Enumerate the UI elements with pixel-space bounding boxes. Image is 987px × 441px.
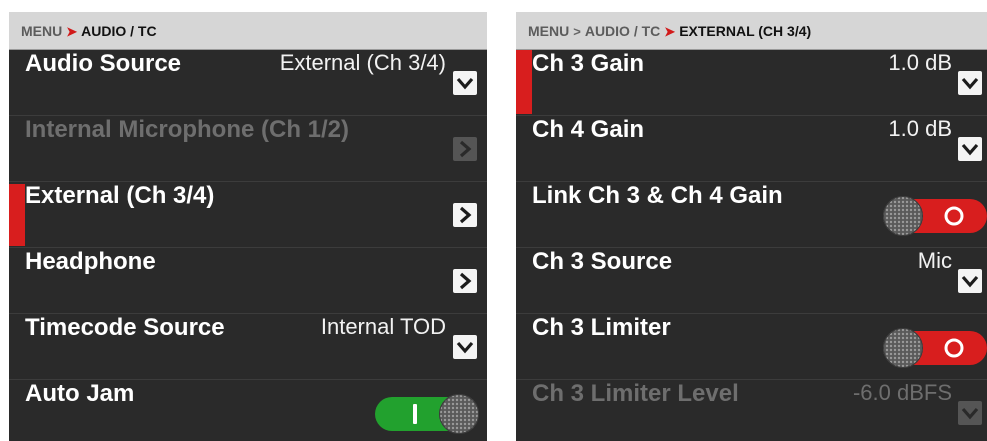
row-label: External (Ch 3/4) bbox=[25, 182, 215, 209]
link-gain-toggle[interactable] bbox=[881, 196, 987, 236]
menu-row-ch4-gain[interactable]: Ch 4 Gain 1.0 dB bbox=[516, 116, 987, 182]
row-label: Internal Microphone (Ch 1/2) bbox=[25, 116, 350, 143]
chevron-right-icon[interactable] bbox=[453, 203, 477, 227]
chevron-right-icon bbox=[453, 137, 477, 161]
chevron-down-icon[interactable] bbox=[958, 269, 982, 293]
ch4-gain-value: 1.0 dB bbox=[888, 116, 952, 141]
menu-row-ch3-limiter[interactable]: Ch 3 Limiter bbox=[516, 314, 987, 380]
menu-row-headphone[interactable]: Headphone bbox=[9, 248, 487, 314]
chevron-right-icon[interactable] bbox=[453, 269, 477, 293]
row-label: Ch 3 Gain bbox=[532, 50, 645, 77]
row-label: Headphone bbox=[25, 248, 156, 275]
chevron-down-icon[interactable] bbox=[453, 71, 477, 95]
ch3-source-value: Mic bbox=[917, 248, 952, 273]
menu-row-link-ch3-ch4-gain[interactable]: Link Ch 3 & Ch 4 Gain bbox=[516, 182, 987, 248]
chevron-down-icon[interactable] bbox=[958, 137, 982, 161]
menu-row-external-ch34[interactable]: External (Ch 3/4) bbox=[9, 182, 487, 248]
ch3-gain-value: 1.0 dB bbox=[888, 50, 952, 75]
chevron-right-icon: > bbox=[573, 24, 581, 39]
chevron-down-icon[interactable] bbox=[453, 335, 477, 359]
menu-row-audio-source[interactable]: Audio Source External (Ch 3/4) bbox=[9, 50, 487, 116]
ch3-limiter-level-value: -6.0 dBFS bbox=[852, 380, 952, 405]
chevron-down-icon bbox=[958, 401, 982, 425]
breadcrumb: MENU ➤ AUDIO / TC bbox=[9, 12, 487, 50]
auto-jam-toggle[interactable] bbox=[375, 394, 481, 434]
row-label: Ch 4 Gain bbox=[532, 116, 645, 143]
chevron-right-icon: ➤ bbox=[66, 24, 78, 39]
external-ch34-menu-panel: MENU > AUDIO / TC ➤ EXTERNAL (CH 3/4) Ch 3 G… bbox=[516, 12, 987, 441]
timecode-source-value: Internal TOD bbox=[320, 314, 446, 339]
menu-row-ch3-source[interactable]: Ch 3 Source Mic bbox=[516, 248, 987, 314]
row-label: Auto Jam bbox=[25, 380, 135, 407]
selection-marker bbox=[516, 50, 532, 114]
breadcrumb-item-external: EXTERNAL (CH 3/4) bbox=[679, 23, 812, 39]
row-label: Link Ch 3 & Ch 4 Gain bbox=[532, 182, 783, 209]
breadcrumb-item-menu[interactable]: MENU bbox=[528, 23, 569, 39]
audio-source-value: External (Ch 3/4) bbox=[279, 50, 446, 75]
breadcrumb-item-menu[interactable]: MENU bbox=[21, 23, 62, 39]
row-label: Ch 3 Source bbox=[532, 248, 673, 275]
breadcrumb-item-audio-tc: AUDIO / TC bbox=[81, 23, 157, 39]
audio-tc-menu-panel: MENU ➤ AUDIO / TC Audio Source External (C… bbox=[9, 12, 487, 441]
row-label: Ch 3 Limiter bbox=[532, 314, 671, 341]
row-label: Timecode Source bbox=[25, 314, 225, 341]
menu-row-ch3-limiter-level: Ch 3 Limiter Level -6.0 dBFS bbox=[516, 380, 987, 441]
menu-row-ch3-gain[interactable]: Ch 3 Gain 1.0 dB bbox=[516, 50, 987, 116]
ch3-limiter-toggle[interactable] bbox=[881, 328, 987, 368]
chevron-right-icon: ➤ bbox=[664, 24, 676, 39]
menu-row-internal-microphone: Internal Microphone (Ch 1/2) bbox=[9, 116, 487, 182]
breadcrumb: MENU > AUDIO / TC ➤ EXTERNAL (CH 3/4) bbox=[516, 12, 987, 50]
row-label: Ch 3 Limiter Level bbox=[532, 380, 739, 407]
selection-marker bbox=[9, 184, 25, 246]
chevron-down-icon[interactable] bbox=[958, 71, 982, 95]
breadcrumb-item-audio-tc[interactable]: AUDIO / TC bbox=[585, 23, 660, 39]
menu-row-auto-jam[interactable]: Auto Jam bbox=[9, 380, 487, 441]
menu-row-timecode-source[interactable]: Timecode Source Internal TOD bbox=[9, 314, 487, 380]
row-label: Audio Source bbox=[25, 50, 182, 77]
